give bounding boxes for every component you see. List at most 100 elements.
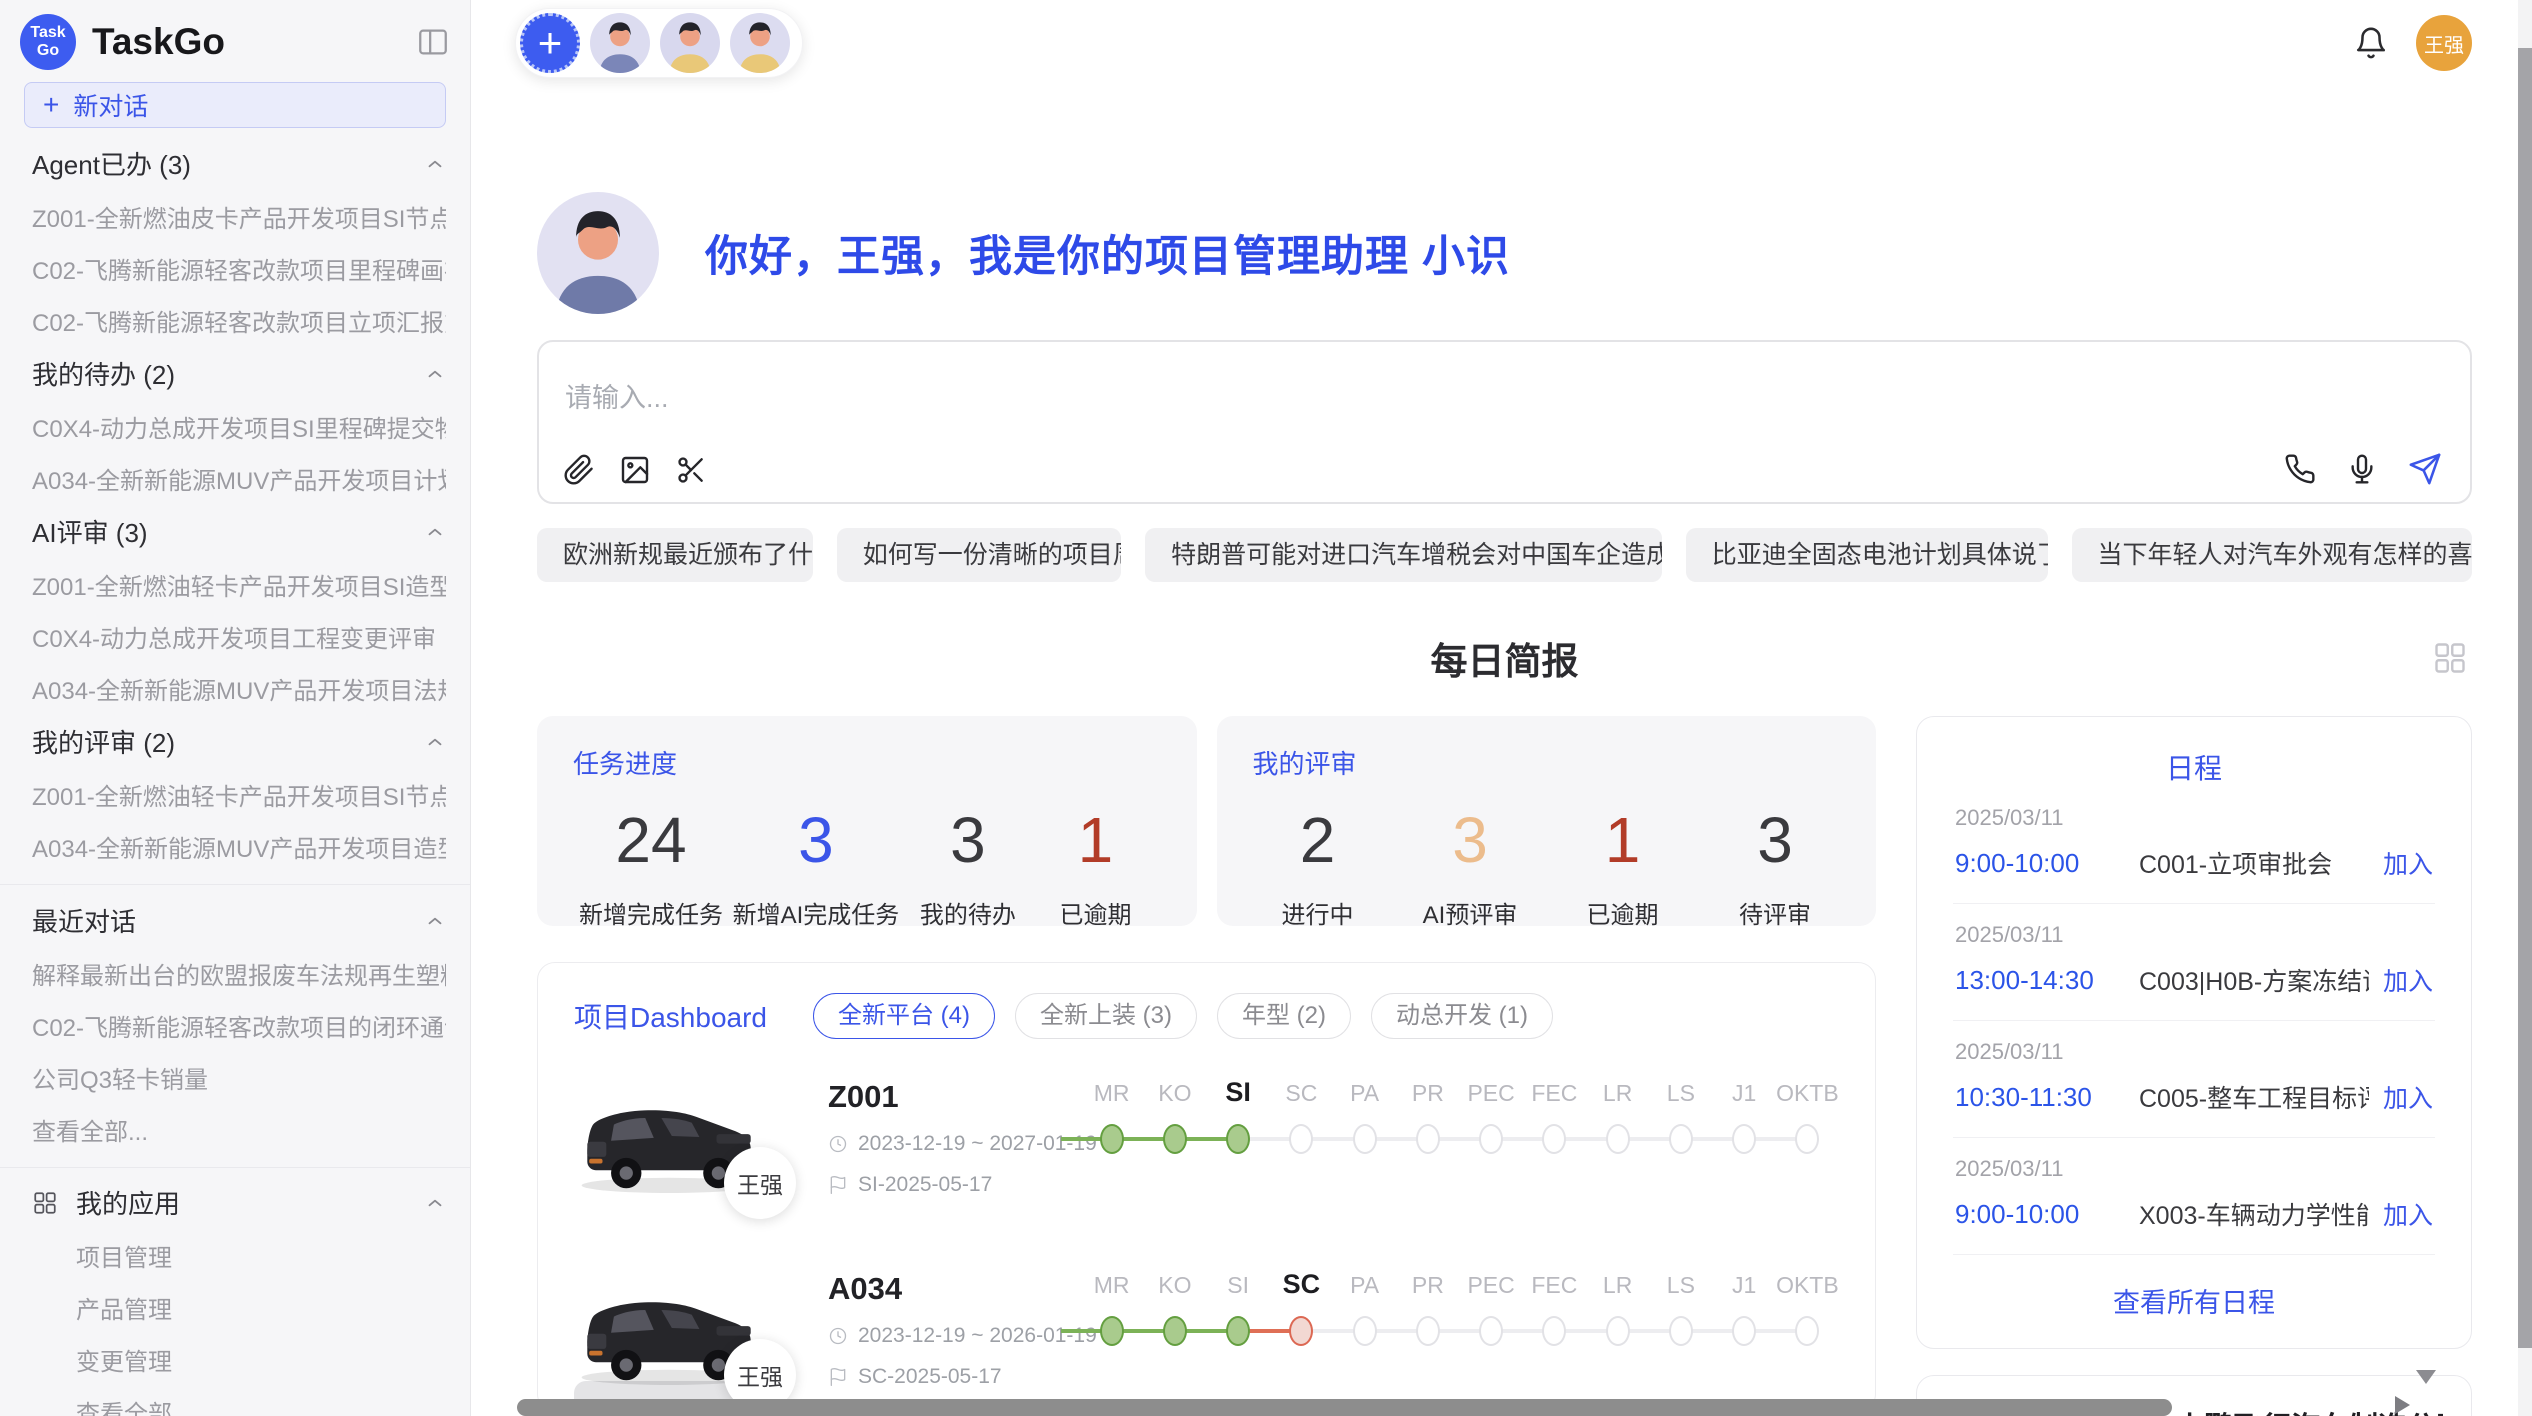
app-sub-item[interactable]: 项目管理 <box>76 1238 446 1273</box>
main-area: + 王强 你好，王强，我是你的项目管理助理 小识 请输入... <box>471 0 2518 1416</box>
sidebar-task-item[interactable]: Z001-全新燃油皮卡产品开发项目SI节点Lesson Learn报告 <box>32 199 446 234</box>
milestone-node[interactable] <box>1795 1124 1819 1154</box>
milestone-node[interactable] <box>1353 1124 1377 1154</box>
chevron-up-icon[interactable] <box>424 1192 446 1214</box>
milestone-node[interactable] <box>1226 1124 1250 1154</box>
chevron-up-icon[interactable] <box>424 153 446 175</box>
event-name: C003|H0B-方案冻结评审 <box>2139 962 2369 998</box>
sidebar-section-header: 我的待办 (2) <box>32 355 446 392</box>
sidebar-task-item[interactable]: A034-全新新能源MUV产品开发项目法规符合性评审 <box>32 671 446 706</box>
sidebar-task-item[interactable]: A034-全新新能源MUV产品开发项目计划变更表编写 <box>32 461 446 496</box>
stat-item: 24新增完成任务 <box>579 803 723 930</box>
chevron-up-icon[interactable] <box>424 910 446 932</box>
milestone-node[interactable] <box>1416 1124 1440 1154</box>
milestone-node[interactable] <box>1542 1316 1566 1346</box>
scroll-down-arrow[interactable] <box>2416 1370 2436 1384</box>
logo-line2: Go <box>37 42 59 60</box>
app-sub-item[interactable]: 查看全部... <box>76 1394 446 1416</box>
milestone-node[interactable] <box>1606 1124 1630 1154</box>
app-sub-item[interactable]: 变更管理 <box>76 1342 446 1377</box>
chevron-up-icon[interactable] <box>424 521 446 543</box>
vertical-scrollbar-thumb[interactable] <box>2518 48 2532 1348</box>
recent-conversation-item[interactable]: C02-飞腾新能源轻客改款项目的闭环通话反馈情况 <box>32 1008 446 1043</box>
milestone-node[interactable] <box>1479 1316 1503 1346</box>
sidebar-task-item[interactable]: A034-全新新能源MUV产品开发项目造型可行性评审 <box>32 829 446 864</box>
milestone-node[interactable] <box>1732 1124 1756 1154</box>
milestone-node[interactable] <box>1226 1316 1250 1346</box>
milestone-node[interactable] <box>1289 1316 1313 1346</box>
suggestion-chip[interactable]: 当下年轻人对汽车外观有怎样的喜好趋势 <box>2072 528 2473 582</box>
event-join-link[interactable]: 加入 <box>2383 962 2433 998</box>
section-title: 最近对话 <box>32 902 136 939</box>
session-avatar[interactable] <box>660 13 720 73</box>
chat-input[interactable]: 请输入... <box>537 340 2472 504</box>
scissors-icon[interactable] <box>675 454 707 486</box>
chevron-up-icon[interactable] <box>424 731 446 753</box>
milestone-node[interactable] <box>1479 1124 1503 1154</box>
milestone-label: PA <box>1333 1272 1396 1299</box>
input-tools-left <box>563 454 707 486</box>
add-session-button[interactable]: + <box>520 13 580 73</box>
user-avatar[interactable]: 王强 <box>2416 15 2472 71</box>
milestone-label: PEC <box>1460 1272 1523 1299</box>
milestone-node[interactable] <box>1795 1316 1819 1346</box>
stat-value: 3 <box>1716 803 1834 877</box>
milestone-node[interactable] <box>1100 1124 1124 1154</box>
sidebar-task-item[interactable]: C0X4-动力总成开发项目SI里程碑提交物检查 <box>32 409 446 444</box>
suggestion-chip[interactable]: 欧洲新规最近颁布了什么? <box>537 528 813 582</box>
milestone-node[interactable] <box>1606 1316 1630 1346</box>
milestone-node[interactable] <box>1163 1124 1187 1154</box>
dashboard-tab[interactable]: 年型 (2) <box>1217 993 1351 1039</box>
section-title: AI评审 (3) <box>32 513 148 550</box>
sidebar-task-item[interactable]: C02-飞腾新能源轻客改款项目立项汇报方案 <box>32 303 446 338</box>
session-avatar[interactable] <box>590 13 650 73</box>
event-join-link[interactable]: 加入 <box>2383 1079 2433 1115</box>
recent-conversation-item[interactable]: 查看全部... <box>32 1112 446 1147</box>
microphone-icon[interactable] <box>2346 452 2378 486</box>
sidebar-task-item[interactable]: Z001-全新燃油轻卡产品开发项目SI造型提交物评审 <box>32 567 446 602</box>
milestone-node[interactable] <box>1669 1124 1693 1154</box>
send-icon[interactable] <box>2408 452 2442 486</box>
attachment-icon[interactable] <box>563 454 595 486</box>
stat-label: 已逾期 <box>1036 895 1154 930</box>
recent-conversation-item[interactable]: 公司Q3轻卡销量 <box>32 1060 446 1095</box>
suggestion-chip[interactable]: 如何写一份清晰的项目周报 <box>837 528 1121 582</box>
dashboard-tab[interactable]: 动总开发 (1) <box>1371 993 1553 1039</box>
stat-label: 进行中 <box>1259 895 1377 930</box>
scroll-right-arrow[interactable] <box>2395 1396 2410 1414</box>
app-sub-item[interactable]: 产品管理 <box>76 1290 446 1325</box>
milestone-node[interactable] <box>1353 1316 1377 1346</box>
view-all-schedule-link[interactable]: 查看所有日程 <box>1953 1281 2435 1320</box>
project-dashboard-card: 项目Dashboard 全新平台 (4)全新上装 (3)年型 (2)动总开发 (… <box>537 962 1876 1412</box>
dashboard-tab[interactable]: 全新上装 (3) <box>1015 993 1197 1039</box>
notifications-bell-icon[interactable] <box>2354 26 2388 60</box>
milestone-node[interactable] <box>1669 1316 1693 1346</box>
dashboard-tab[interactable]: 全新平台 (4) <box>813 993 995 1039</box>
event-join-link[interactable]: 加入 <box>2383 845 2433 881</box>
widget-grid-icon[interactable] <box>2432 640 2468 676</box>
milestone-node[interactable] <box>1542 1124 1566 1154</box>
milestone-node[interactable] <box>1289 1124 1313 1154</box>
image-icon[interactable] <box>619 454 651 486</box>
vertical-scrollbar-track[interactable] <box>2518 0 2532 1416</box>
recent-conversation-item[interactable]: 解释最新出台的欧盟报废车法规再生塑料比例被调至15%... <box>32 956 446 991</box>
horizontal-scrollbar-thumb[interactable] <box>517 1399 2172 1416</box>
session-avatar[interactable] <box>730 13 790 73</box>
sidebar-task-item[interactable]: C02-飞腾新能源轻客改款项目里程碑画布 <box>32 251 446 286</box>
stat-label: 新增完成任务 <box>579 895 723 930</box>
sidebar-task-item[interactable]: C0X4-动力总成开发项目工程变更评审 <box>32 619 446 654</box>
new-chat-button[interactable]: + 新对话 <box>24 82 446 128</box>
milestone-node[interactable] <box>1416 1316 1440 1346</box>
suggestion-chip[interactable]: 特朗普可能对进口汽车增税会对中国车企造成哪些影响 <box>1145 528 1662 582</box>
milestone-node[interactable] <box>1732 1316 1756 1346</box>
sidebar-item-my-apps[interactable]: 我的应用 <box>32 1184 446 1221</box>
milestone-node[interactable] <box>1100 1316 1124 1346</box>
sidebar-task-item[interactable]: Z001-全新燃油轻卡产品开发项目SI节点属性5D文件评审 <box>32 777 446 812</box>
event-join-link[interactable]: 加入 <box>2383 1196 2433 1232</box>
sidebar-collapse-icon[interactable] <box>416 25 450 59</box>
suggestion-chip[interactable]: 比亚迪全固态电池计划具体说了什么 <box>1686 528 2048 582</box>
chevron-up-icon[interactable] <box>424 363 446 385</box>
clock-icon <box>828 1326 848 1346</box>
milestone-node[interactable] <box>1163 1316 1187 1346</box>
phone-call-icon[interactable] <box>2284 452 2316 486</box>
